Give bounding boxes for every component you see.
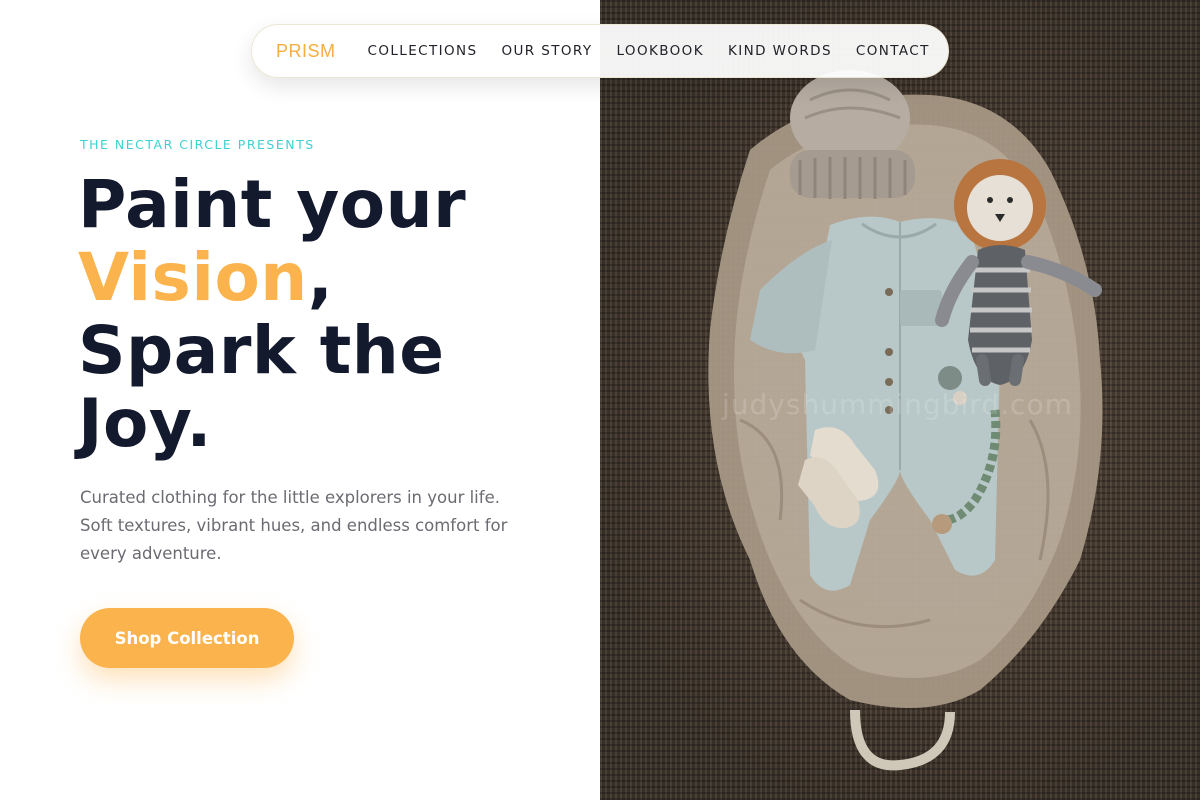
headline-line-2: Vision, — [78, 241, 578, 314]
nav-link-contact[interactable]: CONTACT — [856, 43, 930, 59]
headline-line-4: Joy. — [78, 385, 212, 462]
basket-handle — [850, 709, 955, 771]
hero-photo: judyshummingbird.com — [600, 0, 1200, 800]
hero-headline: Paint your Vision, Spark the Joy. — [78, 168, 578, 460]
hero-eyebrow: THE NECTAR CIRCLE PRESENTS — [80, 137, 315, 152]
headline-accent-word: Vision — [78, 239, 308, 316]
headline-comma: , — [307, 239, 334, 316]
headline-line-1: Paint your — [78, 166, 467, 243]
nav-link-lookbook[interactable]: LOOKBOOK — [616, 43, 703, 59]
nav-links: COLLECTIONS OUR STORY LOOKBOOK KIND WORD… — [368, 43, 930, 59]
nav-link-collections[interactable]: COLLECTIONS — [368, 43, 478, 59]
knit-hat-icon — [790, 70, 915, 199]
hero-description: Curated clothing for the little explorer… — [80, 488, 508, 563]
nav-link-our-story[interactable]: OUR STORY — [502, 43, 593, 59]
shop-collection-button[interactable]: Shop Collection — [80, 608, 294, 668]
brand-logo[interactable]: PRISM — [276, 41, 336, 62]
photo-watermark: judyshummingbird.com — [722, 388, 1073, 421]
top-navigation: PRISM COLLECTIONS OUR STORY LOOKBOOK KIN… — [251, 24, 949, 78]
nav-link-kind-words[interactable]: KIND WORDS — [728, 43, 832, 59]
headline-line-3: Spark the — [78, 312, 445, 389]
